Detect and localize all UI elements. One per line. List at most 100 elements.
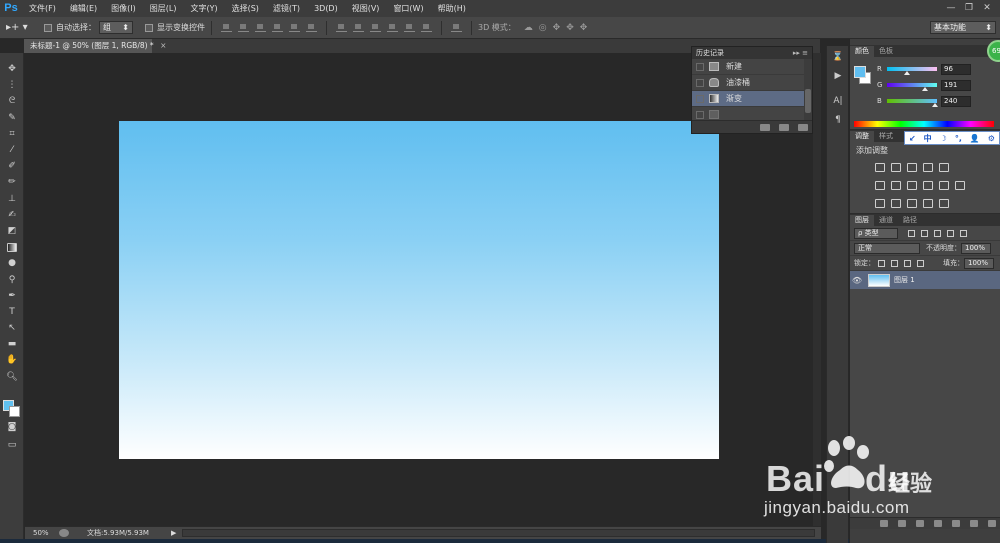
zoom-tool-icon[interactable]: 🔍︎ <box>0 369 24 385</box>
distribute-bottom-icon[interactable] <box>370 23 381 32</box>
dodge-tool-icon[interactable]: ⚲ <box>0 271 24 287</box>
image-canvas[interactable] <box>119 121 719 459</box>
status-menu-arrow-icon[interactable]: ▶ <box>171 529 176 537</box>
document-tab[interactable]: 未标题-1 @ 50% (图层 1, RGB/8) * × <box>24 39 166 53</box>
path-select-tool-icon[interactable]: ↖ <box>0 320 24 336</box>
adjustment-layer-icon[interactable] <box>934 520 942 527</box>
clone-stamp-tool-icon[interactable]: ⊥ <box>0 191 24 207</box>
menu-select[interactable]: 选择(S) <box>225 3 266 14</box>
tab-color[interactable]: 颜色 <box>850 46 874 57</box>
distribute-vcenter-icon[interactable] <box>353 23 364 32</box>
history-item[interactable]: 油漆桶 <box>692 75 812 91</box>
blur-tool-icon[interactable]: ● <box>0 255 24 271</box>
hue-saturation-icon[interactable] <box>875 181 885 190</box>
ime-arrow-icon[interactable]: ↙ <box>909 134 916 143</box>
brightness-icon[interactable] <box>875 163 885 172</box>
history-checkbox[interactable] <box>696 110 704 119</box>
tab-styles[interactable]: 样式 <box>874 131 898 142</box>
color-balance-icon[interactable] <box>891 181 901 190</box>
tool-preset-picker[interactable]: ▸+ ▾ <box>6 19 36 37</box>
ime-punct-icon[interactable]: °, <box>955 134 962 143</box>
photo-filter-icon[interactable] <box>923 181 933 190</box>
layer-row[interactable]: 👁 图层 1 <box>850 271 1000 289</box>
history-checkbox[interactable] <box>696 62 704 71</box>
actions-dock-icon[interactable]: ▶ <box>829 69 847 84</box>
threshold-icon[interactable] <box>907 199 917 208</box>
levels-icon[interactable] <box>891 163 901 172</box>
new-document-from-state-icon[interactable] <box>760 123 770 131</box>
history-item[interactable]: 新建 <box>692 59 812 75</box>
filter-smart-icon[interactable] <box>960 229 967 237</box>
menu-type[interactable]: 文字(Y) <box>183 3 224 14</box>
fill-field[interactable]: 100% <box>964 257 994 269</box>
vibrance-icon[interactable] <box>939 163 949 172</box>
paragraph-dock-icon[interactable]: ¶ <box>829 113 847 128</box>
ime-moon-icon[interactable]: ☽ <box>940 134 947 143</box>
trash-icon[interactable] <box>798 123 808 131</box>
trash-icon[interactable] <box>988 520 996 527</box>
layer-mask-icon[interactable] <box>916 520 924 527</box>
auto-select-dropdown[interactable]: 组 ⬍ <box>99 21 133 34</box>
filter-adjust-icon[interactable] <box>921 229 928 237</box>
info-icon[interactable] <box>59 529 69 537</box>
horizontal-scrollbar[interactable] <box>182 529 815 537</box>
slider-thumb[interactable] <box>904 71 910 75</box>
quick-mask-icon[interactable]: ◙ <box>0 419 24 435</box>
menu-help[interactable]: 帮助(H) <box>431 3 473 14</box>
lasso-tool-icon[interactable]: ᘓ <box>0 93 24 109</box>
channel-mixer-icon[interactable] <box>939 181 949 190</box>
3d-mode-icons[interactable]: ☁◎✥✥✥ <box>524 23 593 33</box>
layer-style-icon[interactable] <box>898 520 906 527</box>
history-brush-tool-icon[interactable]: ✍ <box>0 207 24 223</box>
red-slider[interactable] <box>887 67 937 75</box>
layer-name[interactable]: 图层 1 <box>894 275 915 285</box>
green-value-field[interactable]: 191 <box>941 79 971 91</box>
minimize-button[interactable]: — <box>942 0 960 17</box>
zoom-level[interactable]: 50% <box>25 529 55 537</box>
new-layer-icon[interactable] <box>970 520 978 527</box>
menu-3d[interactable]: 3D(D) <box>307 4 345 13</box>
layer-filter-dropdown[interactable]: ρ 类型 <box>854 227 898 239</box>
align-vcenter-icon[interactable] <box>238 23 249 32</box>
align-top-icon[interactable] <box>221 23 232 32</box>
foreground-color-swatch[interactable] <box>854 66 866 78</box>
toolbox-grip[interactable] <box>0 53 24 61</box>
screen-mode-icon[interactable]: ▭ <box>0 437 24 453</box>
link-layers-icon[interactable] <box>880 520 888 527</box>
align-left-icon[interactable] <box>272 23 283 32</box>
opacity-field[interactable]: 100% <box>961 242 991 254</box>
tab-swatches[interactable]: 色板 <box>874 46 898 57</box>
panel-menu-icon[interactable]: ▸▸ ≡ <box>793 49 808 57</box>
snapshot-camera-icon[interactable] <box>779 123 789 131</box>
slider-thumb[interactable] <box>932 103 938 107</box>
filter-pixel-icon[interactable] <box>908 229 915 237</box>
posterize-icon[interactable] <box>891 199 901 208</box>
menu-edit[interactable]: 编辑(E) <box>63 3 104 14</box>
visibility-eye-icon[interactable]: 👁 <box>850 276 864 285</box>
close-tab-icon[interactable]: × <box>160 41 166 50</box>
lock-image-icon[interactable] <box>891 259 898 267</box>
gradient-map-icon[interactable] <box>923 199 933 208</box>
eraser-tool-icon[interactable]: ◩ <box>0 223 24 239</box>
green-slider[interactable] <box>887 83 937 91</box>
align-right-icon[interactable] <box>306 23 317 32</box>
slider-thumb[interactable] <box>922 87 928 91</box>
menu-filter[interactable]: 滤镜(T) <box>266 3 307 14</box>
tab-adjustments[interactable]: 调整 <box>850 131 874 142</box>
ime-settings-icon[interactable]: ⚙ <box>988 134 995 143</box>
history-scrollbar[interactable] <box>804 59 812 121</box>
menu-image[interactable]: 图像(I) <box>104 3 143 14</box>
history-dock-icon[interactable]: ⌛ <box>829 50 847 65</box>
history-item-selected[interactable]: 渐变 <box>692 91 812 107</box>
rectangle-tool-icon[interactable]: ▬ <box>0 336 24 352</box>
crop-tool-icon[interactable]: ⌗ <box>0 126 24 142</box>
filter-shape-icon[interactable] <box>947 229 954 237</box>
auto-select-checkbox[interactable] <box>44 23 52 32</box>
menu-layer[interactable]: 图层(L) <box>143 3 184 14</box>
history-checkbox[interactable] <box>696 78 704 87</box>
group-folder-icon[interactable] <box>952 520 960 527</box>
character-dock-icon[interactable]: A| <box>829 94 847 109</box>
close-button[interactable]: ✕ <box>978 0 996 17</box>
scroll-thumb[interactable] <box>805 89 811 113</box>
curves-icon[interactable] <box>907 163 917 172</box>
